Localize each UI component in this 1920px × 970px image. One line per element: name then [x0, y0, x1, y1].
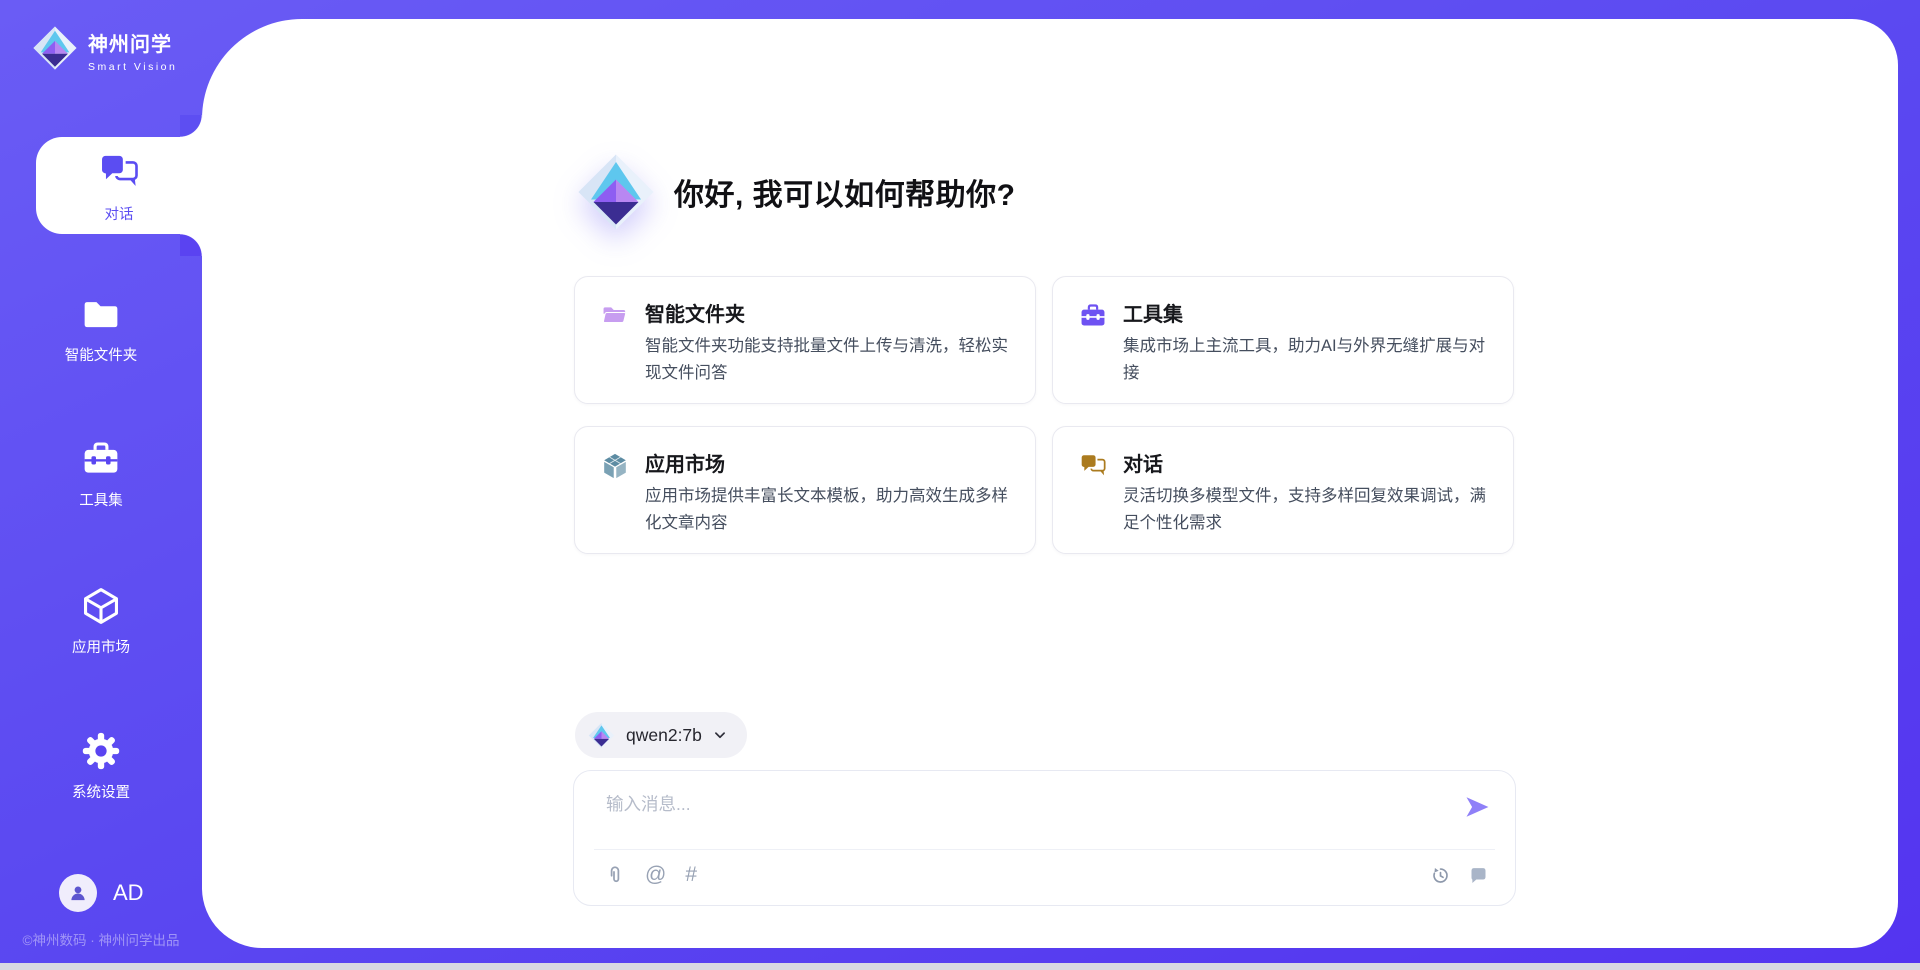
- card-title: 对话: [1123, 448, 1163, 477]
- folder-icon: [81, 294, 121, 334]
- chat-bubble-icon[interactable]: [1468, 865, 1489, 886]
- model-name: qwen2:7b: [626, 725, 702, 746]
- card-title: 应用市场: [645, 448, 725, 477]
- avatar: [59, 874, 97, 912]
- user-profile[interactable]: AD: [59, 874, 144, 912]
- card-chat[interactable]: 对话 灵活切换多模型文件，支持多样回复效果调试，满足个性化需求: [1052, 426, 1514, 554]
- at-icon[interactable]: @: [645, 863, 666, 887]
- sidebar-item-label: 应用市场: [0, 636, 202, 657]
- horizontal-scrollbar[interactable]: [0, 963, 1920, 970]
- card-app-market[interactable]: 应用市场 应用市场提供丰富长文本模板，助力高效生成多样化文章内容: [574, 426, 1036, 554]
- tab-flare-bottom: [180, 234, 202, 256]
- person-icon: [67, 882, 89, 904]
- sidebar-item-label: 智能文件夹: [0, 344, 202, 365]
- brand-name: 神州问学: [88, 28, 177, 57]
- history-icon[interactable]: [1430, 865, 1451, 886]
- model-diamond-icon: [588, 722, 615, 749]
- card-toolset[interactable]: 工具集 集成市场上主流工具，助力AI与外界无缝扩展与对接: [1052, 276, 1514, 404]
- greeting-title: 你好, 我可以如何帮助你?: [674, 170, 1016, 214]
- brand-subtitle: Smart Vision: [88, 61, 177, 73]
- gear-icon: [81, 731, 121, 771]
- toolbox-icon: [1079, 302, 1107, 330]
- grid-cube-icon: [601, 452, 629, 480]
- card-description: 应用市场提供丰富长文本模板，助力高效生成多样化文章内容: [645, 483, 1013, 537]
- sidebar-item-toolset[interactable]: 工具集: [0, 439, 202, 510]
- composer-right-tools: [1430, 865, 1489, 886]
- card-title: 智能文件夹: [645, 298, 745, 327]
- composer-tools: @ #: [604, 863, 697, 887]
- folder-open-icon: [601, 302, 629, 330]
- card-title: 工具集: [1123, 298, 1183, 327]
- composer-divider: [594, 849, 1495, 850]
- sidebar-item-settings[interactable]: 系统设置: [0, 731, 202, 802]
- composer: @ #: [573, 770, 1516, 906]
- sidebar-item-chat[interactable]: 对话: [36, 137, 202, 234]
- sidebar-item-app-market[interactable]: 应用市场: [0, 586, 202, 657]
- card-description: 智能文件夹功能支持批量文件上传与清洗，轻松实现文件问答: [645, 333, 1013, 387]
- brand-diamond-icon: [32, 25, 78, 71]
- card-description: 集成市场上主流工具，助力AI与外界无缝扩展与对接: [1123, 333, 1491, 387]
- tab-flare-top: [180, 115, 202, 137]
- sidebar-item-label: 系统设置: [0, 781, 202, 802]
- message-input[interactable]: [606, 791, 1446, 841]
- sidebar-footer: ©神州数码 · 神州问学出品: [0, 929, 202, 949]
- card-smart-folder[interactable]: 智能文件夹 智能文件夹功能支持批量文件上传与清洗，轻松实现文件问答: [574, 276, 1036, 404]
- cube-icon: [81, 586, 121, 626]
- model-selector[interactable]: qwen2:7b: [575, 712, 747, 758]
- hash-icon[interactable]: #: [685, 863, 697, 887]
- send-icon[interactable]: [1463, 793, 1491, 821]
- brand-logo: 神州问学 Smart Vision: [32, 25, 177, 73]
- feature-cards: 智能文件夹 智能文件夹功能支持批量文件上传与清洗，轻松实现文件问答 工具集 集成…: [574, 276, 1514, 554]
- sidebar-item-label: 对话: [36, 203, 202, 224]
- toolbox-icon: [81, 439, 121, 479]
- greeting-diamond-icon: [576, 152, 656, 232]
- chevron-down-icon: [711, 726, 729, 744]
- chat-icon: [1079, 452, 1107, 480]
- greeting: 你好, 我可以如何帮助你?: [576, 152, 1016, 232]
- sidebar-item-label: 工具集: [0, 489, 202, 510]
- chat-icon: [98, 151, 140, 193]
- paperclip-icon[interactable]: [604, 864, 626, 886]
- user-initials: AD: [113, 880, 144, 906]
- card-description: 灵活切换多模型文件，支持多样回复效果调试，满足个性化需求: [1123, 483, 1491, 537]
- sidebar: 神州问学 Smart Vision 对话 智能文件夹 工具集: [0, 0, 202, 970]
- sidebar-item-smart-folder[interactable]: 智能文件夹: [0, 294, 202, 365]
